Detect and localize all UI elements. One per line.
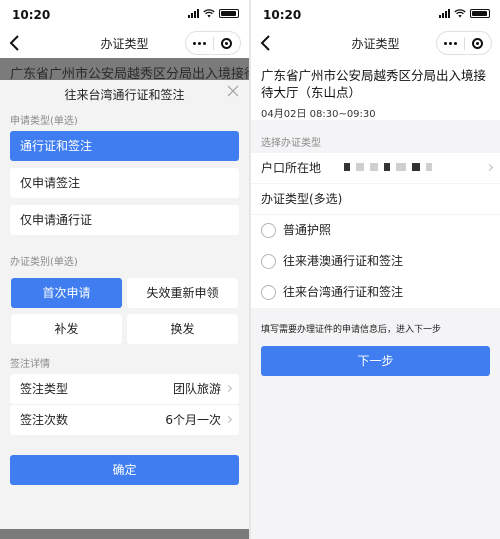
- battery-icon: [470, 9, 490, 18]
- status-bar: 10:20: [251, 0, 500, 28]
- close-program-icon[interactable]: [465, 37, 492, 49]
- status-time: 10:20: [12, 8, 51, 22]
- category-first-apply[interactable]: 首次申请: [11, 278, 122, 308]
- close-icon[interactable]: [226, 84, 240, 98]
- nav-bar: 办证类型: [0, 28, 249, 58]
- wifi-icon: [203, 9, 215, 18]
- category-renew[interactable]: 换发: [127, 314, 238, 344]
- left-screen: 10:20 办证类型 广东省广州市公安局越秀区分局出入境接待大厅 往来台湾通行证…: [0, 0, 249, 539]
- next-step-button[interactable]: 下一步: [261, 346, 490, 376]
- system-icons: [188, 9, 239, 18]
- mini-program-capsule: [436, 31, 492, 55]
- type-option-label: 往来港澳通行证和签注: [283, 254, 404, 268]
- battery-icon: [219, 9, 239, 18]
- endorsement-label: 签注详情: [10, 359, 50, 370]
- nav-bar: 办证类型: [251, 28, 500, 58]
- wifi-icon: [454, 9, 466, 18]
- sheet-title: 往来台湾通行证和签注: [64, 88, 185, 102]
- more-icon[interactable]: [186, 41, 213, 45]
- checkbox-circle-icon[interactable]: [261, 223, 276, 238]
- type-option-passport[interactable]: 普通护照: [251, 215, 500, 246]
- checkbox-circle-icon[interactable]: [261, 285, 276, 300]
- apply-type-label: 申请类型(单选): [10, 116, 78, 127]
- endorsement-count-row[interactable]: 签注次数 6个月一次: [10, 405, 239, 435]
- confirm-button[interactable]: 确定: [10, 455, 239, 485]
- signal-icon: [439, 9, 450, 18]
- apply-option-pass-and-endorsement[interactable]: 通行证和签注: [10, 131, 239, 161]
- hint-text: 填写需要办理证件的申请信息后，进入下一步: [261, 325, 442, 335]
- status-time: 10:20: [263, 8, 302, 22]
- apply-option-endorsement-only[interactable]: 仅申请签注: [10, 168, 239, 198]
- home-indicator-bar: [0, 529, 249, 539]
- endorsement-type-value: 团队旅游: [172, 382, 221, 396]
- system-icons: [439, 9, 490, 18]
- appointment-time: 04月02日 08:30~09:30: [261, 109, 376, 120]
- office-name: 广东省广州市公安局越秀区分局出入境接待大厅（东山点）: [261, 68, 487, 100]
- status-bar: 10:20: [0, 0, 249, 28]
- background-office-text: 广东省广州市公安局越秀区分局出入境接待大厅: [10, 67, 249, 80]
- office-info-card: 广东省广州市公安局越秀区分局出入境接待大厅（东山点） 04月02日 08:30~…: [251, 58, 500, 120]
- household-location-row[interactable]: 户口所在地: [251, 153, 500, 183]
- chevron-right-icon: [224, 384, 233, 393]
- apply-option-pass-only[interactable]: 仅申请通行证: [10, 205, 239, 235]
- type-option-label: 普通护照: [283, 223, 332, 237]
- right-screen: 10:20 办证类型 广东省广州市公安局越秀区分局出入境接待大厅（东山点） 04…: [251, 0, 500, 539]
- category-label: 办证类别(单选): [10, 257, 78, 268]
- category-reapply-expired[interactable]: 失效重新申领: [127, 278, 238, 308]
- types-label: 办证类型(多选): [261, 192, 343, 206]
- select-type-label: 选择办证类型: [261, 138, 321, 149]
- signal-icon: [188, 9, 199, 18]
- type-option-label: 往来台湾通行证和签注: [283, 285, 404, 299]
- endorsement-count-label: 签注次数: [20, 413, 69, 427]
- redacted-location-value: [344, 163, 432, 171]
- options-sheet: 往来台湾通行证和签注 申请类型(单选) 通行证和签注 仅申请签注 仅申请通行证 …: [0, 80, 249, 539]
- more-icon[interactable]: [437, 41, 464, 45]
- dimmed-background: 广东省广州市公安局越秀区分局出入境接待大厅: [0, 58, 249, 80]
- endorsement-count-value: 6个月一次: [165, 413, 221, 427]
- type-option-hk-macau[interactable]: 往来港澳通行证和签注: [251, 246, 500, 277]
- chevron-right-icon: [485, 163, 494, 172]
- types-header-row: 办证类型(多选): [251, 184, 500, 214]
- endorsement-type-label: 签注类型: [20, 382, 69, 396]
- endorsement-type-row[interactable]: 签注类型 团队旅游: [10, 374, 239, 404]
- close-program-icon[interactable]: [214, 37, 241, 49]
- checkbox-circle-icon[interactable]: [261, 254, 276, 269]
- type-option-taiwan[interactable]: 往来台湾通行证和签注: [251, 277, 500, 308]
- mini-program-capsule: [185, 31, 241, 55]
- household-location-label: 户口所在地: [261, 161, 322, 175]
- category-reissue[interactable]: 补发: [11, 314, 122, 344]
- chevron-right-icon: [224, 415, 233, 424]
